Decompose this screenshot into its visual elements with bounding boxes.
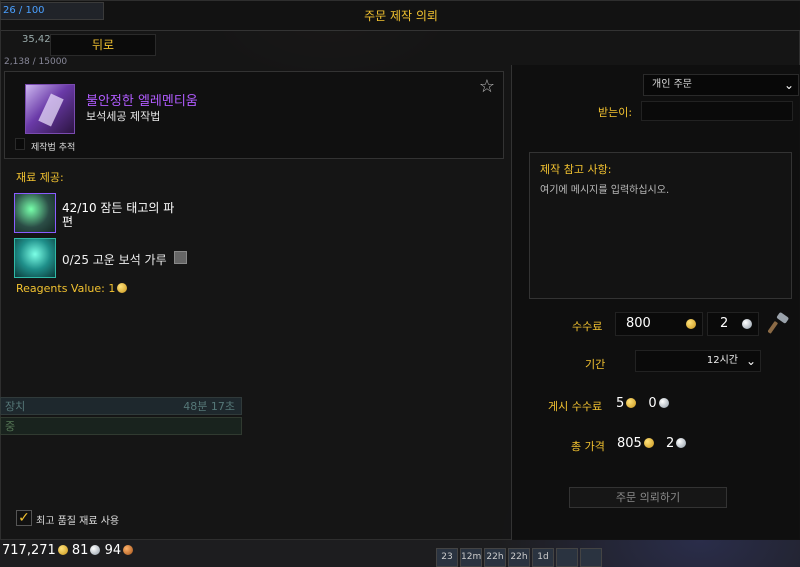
action-slot[interactable]: 22h	[484, 548, 506, 567]
fee-silver-value: 2	[720, 316, 729, 331]
health-text: 26 / 100	[3, 5, 45, 16]
chevron-down-icon: ⌄	[745, 354, 756, 368]
total-price-label: 총 가격	[571, 440, 605, 453]
player-currency: 717,271 81 94	[0, 540, 160, 562]
place-order-button[interactable]: 주문 의뢰하기	[569, 487, 727, 508]
recipient-input[interactable]	[641, 101, 793, 121]
notes-label: 제작 참고 사항:	[540, 163, 612, 176]
reagents-title: 재료 제공:	[16, 171, 64, 184]
status-bar-left-text: 중	[5, 420, 16, 433]
recipe-profession: 보석세공 제작법	[86, 110, 161, 123]
favorite-star-icon[interactable]: ☆	[477, 77, 497, 97]
order-type-dropdown[interactable]: 개인 주문 ⌄	[643, 74, 799, 96]
gold-coin-icon	[57, 545, 68, 555]
total-silver: 2	[665, 436, 675, 451]
gold-coin-icon	[643, 438, 654, 448]
duration-dropdown[interactable]: 12시간 ⌄	[635, 350, 761, 372]
reagent-provide-checkbox[interactable]	[174, 251, 187, 264]
reagent-item-label: 42/10 잠든 태고의 파편	[62, 201, 175, 229]
back-button[interactable]: 뒤로	[50, 34, 156, 56]
health-bar: 26 / 100	[0, 2, 104, 20]
total-price-value: 805 2	[617, 436, 687, 451]
dormant-shard-icon[interactable]	[14, 193, 56, 233]
action-slot[interactable]: 23	[436, 548, 458, 567]
background-status-bar: 중	[0, 417, 242, 435]
posting-fee-silver: 0	[648, 396, 657, 411]
posting-fee-label: 게시 수수료	[548, 400, 603, 413]
currency-gold: 717,271	[2, 543, 56, 558]
best-quality-checkbox[interactable]: ✓	[16, 510, 32, 526]
notes-placeholder: 여기에 메시지를 입력하십시오.	[540, 185, 670, 196]
notes-textarea[interactable]: 제작 참고 사항: 여기에 메시지를 입력하십시오.	[529, 152, 792, 299]
gold-coin-icon	[686, 319, 696, 329]
track-recipe-label: 제작법 추적	[31, 143, 76, 153]
status-bar-left-text: 장치	[5, 400, 26, 413]
action-slot[interactable]: 12m	[460, 548, 482, 567]
hammer-icon[interactable]	[768, 312, 790, 334]
gold-coin-icon	[117, 283, 128, 293]
status-bar-right-text: 48분 17초	[183, 400, 235, 413]
recipe-panel: 불안정한 엘레멘티움 보석세공 제작법 제작법 추적 ☆	[4, 71, 504, 159]
fee-gold-input[interactable]: 800	[615, 312, 703, 336]
reagents-value-text: Reagents Value: 1	[16, 282, 116, 295]
silver-coin-icon	[676, 438, 687, 448]
currency-silver: 81	[71, 543, 89, 558]
reagent-item-label: 0/25 고운 보석 가루	[62, 253, 167, 267]
track-recipe-checkbox[interactable]	[15, 138, 25, 150]
total-gold: 805	[617, 436, 642, 451]
currency-copper: 94	[104, 543, 122, 558]
silver-coin-icon	[658, 398, 669, 408]
reagents-value: Reagents Value: 1	[16, 282, 128, 295]
order-settings-panel	[511, 65, 800, 540]
silver-coin-icon	[90, 545, 101, 555]
order-type-value: 개인 주문	[652, 79, 692, 90]
posting-fee-gold: 5	[616, 396, 625, 411]
action-slot[interactable]	[580, 548, 602, 567]
recipe-name[interactable]: 불안정한 엘레멘티움	[86, 90, 198, 109]
copper-coin-icon	[123, 545, 134, 555]
hud-number-secondary: 2,138 / 15000	[4, 57, 68, 67]
window-title: 주문 제작 의뢰	[1, 1, 800, 31]
gold-coin-icon	[626, 398, 637, 408]
gem-powder-icon[interactable]	[14, 238, 56, 278]
action-bar: 23 12m 22h 22h 1d	[436, 548, 602, 567]
action-slot[interactable]: 22h	[508, 548, 530, 567]
unstable-elementium-icon[interactable]	[25, 84, 75, 134]
recipient-label: 받는이:	[598, 106, 633, 119]
duration-value: 12시간	[706, 355, 738, 366]
silver-coin-icon	[742, 319, 752, 329]
action-slot[interactable]	[556, 548, 578, 567]
chevron-down-icon: ⌄	[783, 78, 794, 92]
fee-silver-input[interactable]: 2	[707, 312, 759, 336]
fee-label: 수수료	[572, 320, 603, 333]
action-slot[interactable]: 1d	[532, 548, 554, 567]
posting-fee-value: 5 0	[616, 396, 669, 411]
best-quality-label: 최고 품질 재료 사용	[36, 516, 120, 527]
duration-label: 기간	[585, 358, 606, 371]
background-status-bar: 장치 48분 17초	[0, 397, 242, 415]
fee-gold-value: 800	[626, 316, 651, 331]
